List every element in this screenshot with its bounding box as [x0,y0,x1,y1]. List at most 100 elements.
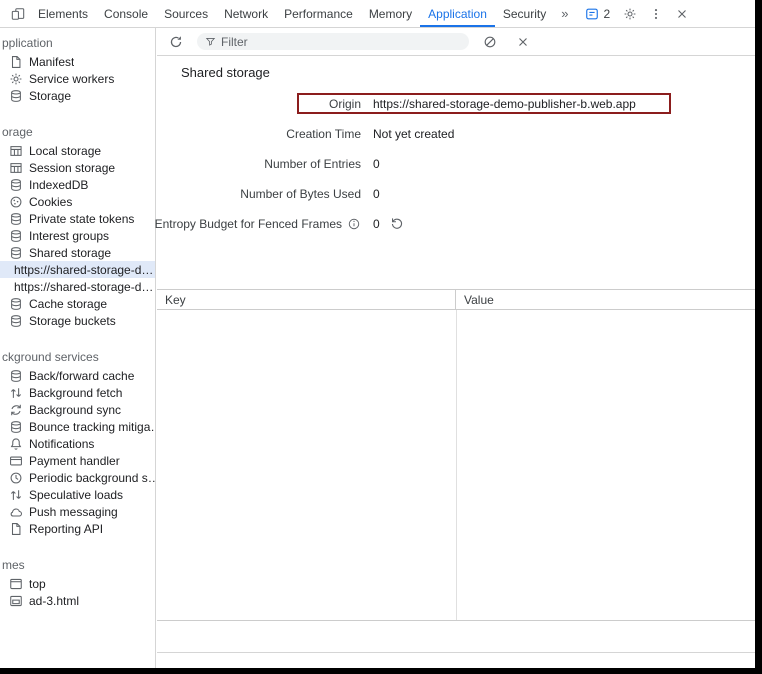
clear-button[interactable] [478,30,502,54]
devtools-window: ElementsConsoleSourcesNetworkPerformance… [0,0,762,674]
sidebar-item-label: Private state tokens [29,212,134,226]
sidebar-item-notifications[interactable]: Notifications [0,435,155,452]
sidebar-item-cache-storage[interactable]: Cache storage [0,295,155,312]
metadata-label-text: Entropy Budget for Fenced Frames [155,217,342,231]
sidebar-item-shared-storage[interactable]: Shared storage [0,244,155,261]
close-devtools-button[interactable] [670,2,694,26]
column-divider [456,310,457,620]
sidebar-item-service-workers[interactable]: Service workers [0,70,155,87]
arrows-up-down-icon [9,386,23,400]
sidebar-item-manifest[interactable]: Manifest [0,53,155,70]
close-icon [516,35,530,49]
document-icon [9,522,23,536]
sidebar-item-label: Storage [29,89,71,103]
close-view-button[interactable] [511,30,535,54]
sync-icon [9,403,23,417]
sidebar-item-private-state-tokens[interactable]: Private state tokens [0,210,155,227]
sidebar-item-label: https://shared-storage-d… [14,280,153,294]
sidebar-item-ad-3-html[interactable]: ad-3.html [0,592,155,609]
sidebar-item-label: Storage buckets [29,314,116,328]
metadata-row-creation-time: Creation TimeNot yet created [157,119,755,149]
database-icon [9,420,23,434]
sidebar-section-header: pplication [0,33,155,53]
sidebar-item-back-forward-cache[interactable]: Back/forward cache [0,367,155,384]
sidebar-item-label: Periodic background s… [29,471,155,485]
reset-budget-icon[interactable] [390,217,404,231]
sidebar-item-background-fetch[interactable]: Background fetch [0,384,155,401]
page-title: Shared storage [157,56,755,83]
kebab-menu-button[interactable] [644,2,668,26]
sidebar-section-header: mes [0,555,155,575]
tab-application[interactable]: Application [420,0,495,27]
sidebar-item-reporting-api[interactable]: Reporting API [0,520,155,537]
sidebar-item-label: Cache storage [29,297,107,311]
refresh-button[interactable] [164,30,188,54]
frame-icon [9,577,23,591]
sidebar-item-interest-groups[interactable]: Interest groups [0,227,155,244]
tab-security[interactable]: Security [495,0,554,27]
settings-button[interactable] [618,2,642,26]
sidebar-item-storage-buckets[interactable]: Storage buckets [0,312,155,329]
service-worker-icon [9,72,23,86]
sidebar-item-speculative-loads[interactable]: Speculative loads [0,486,155,503]
sidebar-item-top[interactable]: top [0,575,155,592]
metadata-value: 0 [373,217,380,231]
metadata-value: https://shared-storage-demo-publisher-b.… [373,97,636,111]
sidebar-item-label: IndexedDB [29,178,88,192]
sidebar-item-bounce-tracking-mitiga[interactable]: Bounce tracking mitiga… [0,418,155,435]
tab-performance[interactable]: Performance [276,0,361,27]
sidebar-item-local-storage[interactable]: Local storage [0,142,155,159]
sidebar-item-storage[interactable]: Storage [0,87,155,104]
tab-elements[interactable]: Elements [30,0,96,27]
issues-button[interactable]: 2 [579,7,616,21]
metadata-label-text: Origin [329,97,361,111]
grid-header: Key Value [157,290,755,310]
sidebar-section-header: ckground services [0,347,155,367]
metadata-row-number-of-entries: Number of Entries0 [157,149,755,179]
sidebar-item-payment-handler[interactable]: Payment handler [0,452,155,469]
tab-network[interactable]: Network [216,0,276,27]
sidebar-item-label: https://shared-storage-d… [14,263,153,277]
database-icon [9,297,23,311]
cookie-icon [9,195,23,209]
more-tabs-button[interactable]: » [554,6,575,21]
clock-icon [9,471,23,485]
sidebar-item-label: Bounce tracking mitiga… [29,420,155,434]
cloud-icon [9,505,23,519]
database-icon [9,89,23,103]
sidebar-item-indexeddb[interactable]: IndexedDB [0,176,155,193]
database-icon [9,246,23,260]
tab-console[interactable]: Console [96,0,156,27]
column-header-value[interactable]: Value [456,290,755,309]
sidebar-section-header: orage [0,122,155,142]
database-icon [9,369,23,383]
sidebar-item-background-sync[interactable]: Background sync [0,401,155,418]
database-icon [9,178,23,192]
device-toolbar-icon [11,7,25,21]
issues-icon [585,7,599,21]
sidebar-item-session-storage[interactable]: Session storage [0,159,155,176]
tab-memory[interactable]: Memory [361,0,420,27]
tabbar-controls: 2 [579,2,694,26]
panel-bottom-divider [157,652,755,653]
sidebar-item-push-messaging[interactable]: Push messaging [0,503,155,520]
gear-icon [623,7,637,21]
sidebar-item-https-shared-storage-d[interactable]: https://shared-storage-d… [0,261,155,278]
sidebar-item-label: Interest groups [29,229,109,243]
kebab-menu-icon [649,7,663,21]
sidebar-item-periodic-background-s[interactable]: Periodic background s… [0,469,155,486]
sidebar-item-cookies[interactable]: Cookies [0,193,155,210]
column-header-key[interactable]: Key [157,290,456,309]
refresh-icon [169,35,183,49]
sidebar-item-label: Session storage [29,161,115,175]
info-icon[interactable] [347,217,361,231]
filter-input[interactable]: Filter [197,33,469,50]
metadata-label-text: Number of Bytes Used [240,187,361,201]
shared-storage-panel: Filter Shared storage Origin https://shar… [157,28,755,668]
panel-toolbar: Filter [157,28,755,56]
metadata-label-text: Creation Time [286,127,361,141]
sidebar-item-https-shared-storage-d[interactable]: https://shared-storage-d… [0,278,155,295]
tab-sources[interactable]: Sources [156,0,216,27]
devtools-content: ElementsConsoleSourcesNetworkPerformance… [0,0,755,668]
toggle-device-toolbar-button[interactable] [6,2,30,26]
